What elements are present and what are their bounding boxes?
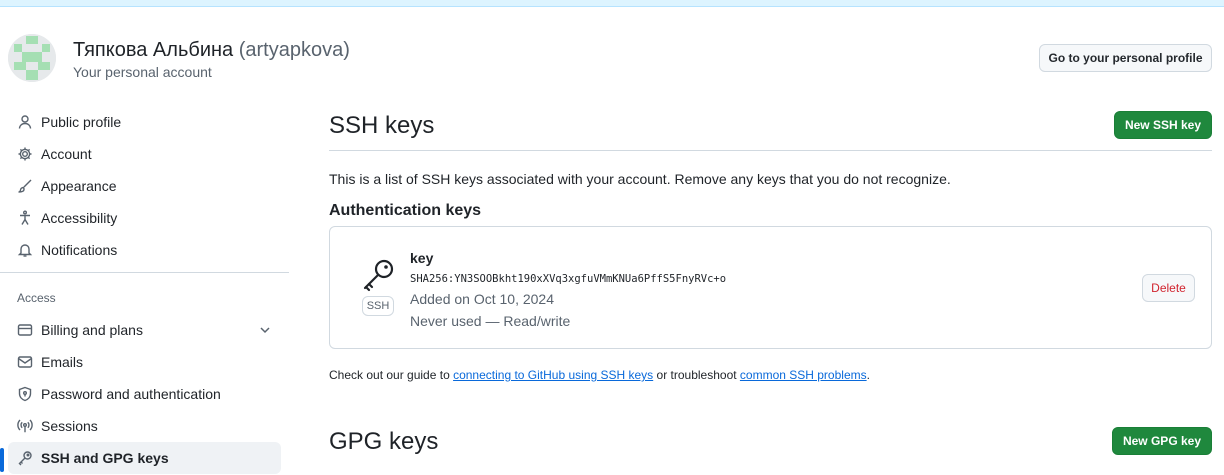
go-to-profile-button[interactable]: Go to your personal profile: [1039, 44, 1212, 72]
key-usage: Never used — Read/write: [410, 313, 571, 329]
delete-key-button[interactable]: Delete: [1142, 274, 1195, 302]
sidebar-item-ssh-gpg-keys[interactable]: SSH and GPG keys: [0, 442, 281, 474]
new-gpg-key-button[interactable]: New GPG key: [1112, 427, 1212, 455]
account-subtitle: Your personal account: [73, 64, 212, 80]
sidebar-item-sessions[interactable]: Sessions: [8, 410, 281, 442]
sidebar-item-appearance[interactable]: Appearance: [8, 170, 281, 202]
connecting-ssh-guide-link[interactable]: connecting to GitHub using SSH keys: [453, 368, 653, 382]
common-ssh-problems-link[interactable]: common SSH problems: [740, 368, 867, 382]
key-added-date: Added on Oct 10, 2024: [410, 291, 554, 307]
top-banner: [0, 0, 1224, 7]
sidebar-item-billing[interactable]: Billing and plans: [8, 314, 281, 346]
accessibility-icon: [17, 210, 33, 226]
person-icon: [17, 114, 33, 130]
sidebar-item-label: Emails: [41, 354, 84, 370]
avatar[interactable]: [8, 34, 56, 82]
guide-suffix: .: [866, 368, 870, 382]
sidebar-item-label: Public profile: [41, 114, 122, 130]
ssh-guide-text: Check out our guide to connecting to Git…: [329, 368, 870, 382]
gear-icon: [17, 146, 33, 162]
sidebar-item-label: Billing and plans: [41, 322, 143, 338]
sidebar-group-access: Access: [17, 291, 56, 305]
ssh-key-card: SSH key SHA256:YN3SOOBkht190xXVq3xgfuVMm…: [329, 226, 1212, 349]
sidebar-item-emails[interactable]: Emails: [8, 346, 281, 378]
sidebar-item-account[interactable]: Account: [8, 138, 281, 170]
guide-prefix: Check out our guide to: [329, 368, 454, 382]
key-icon: [361, 257, 397, 293]
chevron-down-icon[interactable]: [257, 322, 273, 338]
new-ssh-key-button[interactable]: New SSH key: [1114, 111, 1212, 139]
gpg-keys-title: GPG keys: [329, 428, 439, 455]
authentication-keys-heading: Authentication keys: [329, 202, 482, 219]
sidebar-item-label: Password and authentication: [41, 386, 221, 402]
mail-icon: [17, 354, 33, 370]
key-fingerprint: SHA256:YN3SOOBkht190xXVq3xgfuVMmKNUa6Pff…: [410, 273, 727, 285]
sidebar-item-label: Accessibility: [41, 210, 118, 226]
bell-icon: [17, 242, 33, 258]
key-type-badge: SSH: [362, 296, 394, 316]
sidebar-item-label: Notifications: [41, 242, 118, 258]
user-name-text: Тяпкова Альбина: [73, 39, 234, 61]
shield-lock-icon: [17, 386, 33, 402]
section-divider: [329, 150, 1212, 151]
sidebar-divider: [0, 272, 289, 273]
sidebar-item-label: SSH and GPG keys: [41, 450, 169, 466]
credit-card-icon: [17, 322, 33, 338]
broadcast-icon: [17, 418, 33, 434]
ssh-intro-text: This is a list of SSH keys associated wi…: [329, 171, 951, 187]
guide-middle: or troubleshoot: [653, 368, 740, 382]
ssh-keys-title: SSH keys: [329, 112, 435, 139]
sidebar-item-password[interactable]: Password and authentication: [8, 378, 281, 410]
sidebar-item-label: Account: [41, 146, 92, 162]
key-icon: [17, 450, 33, 466]
paintbrush-icon: [17, 178, 33, 194]
user-login: (artyapkova): [238, 39, 350, 61]
sidebar-item-accessibility[interactable]: Accessibility: [8, 202, 281, 234]
user-display-name: Тяпкова Альбина (artyapkova): [73, 38, 350, 62]
sidebar-item-notifications[interactable]: Notifications: [8, 234, 281, 266]
sidebar-item-public-profile[interactable]: Public profile: [8, 106, 281, 138]
sidebar-item-label: Sessions: [41, 418, 98, 434]
key-title: key: [410, 250, 434, 266]
sidebar-item-label: Appearance: [41, 178, 117, 194]
